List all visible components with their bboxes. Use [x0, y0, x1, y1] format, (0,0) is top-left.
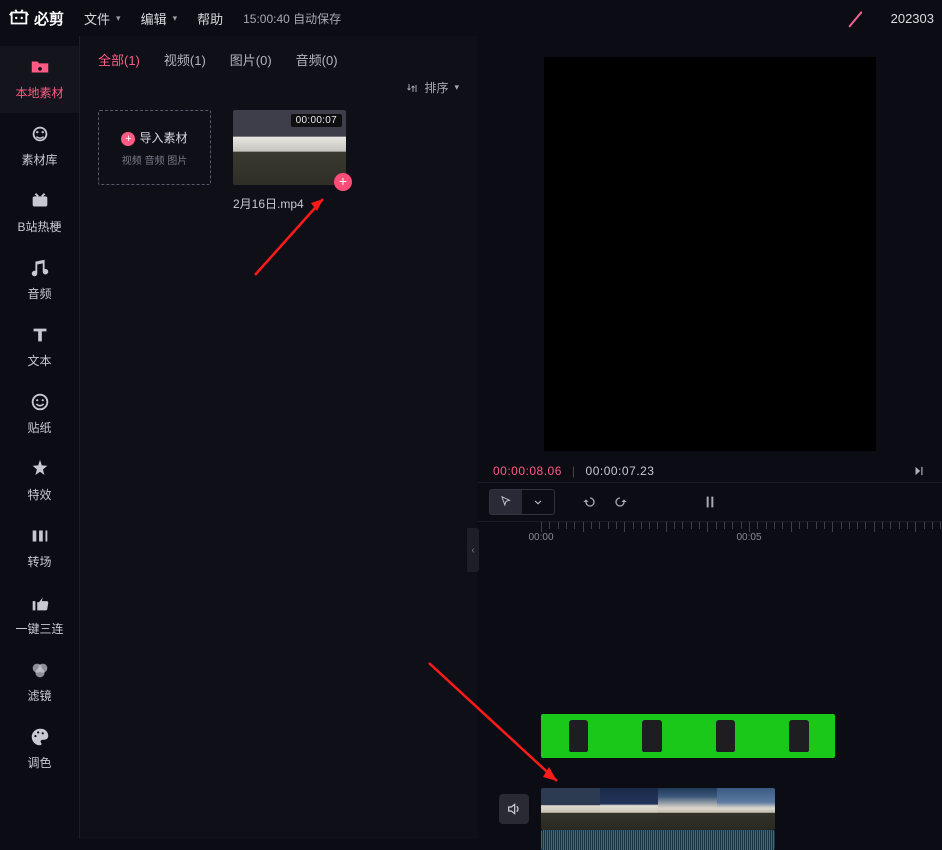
autosave-status: 15:00:40 自动保存 — [243, 10, 341, 27]
timeline[interactable]: ‹ 00:0000:05 — [477, 521, 942, 839]
plus-icon: + — [121, 132, 135, 146]
rail-transition[interactable]: 转场 — [0, 515, 79, 582]
meme-icon — [4, 190, 75, 212]
timeline-tracks — [477, 550, 942, 839]
import-media-tile[interactable]: +导入素材 视频 音频 图片 — [98, 110, 211, 185]
rail-library[interactable]: 素材库 — [0, 113, 79, 180]
clip-duration: 00:00:07 — [291, 114, 342, 127]
tool-dropdown[interactable] — [522, 490, 554, 514]
logo-icon — [8, 7, 30, 29]
sticker-icon — [4, 391, 75, 413]
preview-canvas[interactable] — [544, 57, 876, 451]
tab-audio[interactable]: 音频(0) — [296, 50, 338, 69]
media-clip[interactable]: 00:00:07 + 2月16日.mp4 — [233, 110, 346, 212]
current-time: 00:00:08.06 — [493, 464, 562, 478]
rail-meme[interactable]: B站热梗 — [0, 180, 79, 247]
split-button[interactable] — [695, 494, 725, 510]
timeline-toolbar — [477, 482, 942, 521]
mirror-button[interactable] — [755, 494, 785, 510]
total-time: 00:00:07.23 — [586, 464, 655, 478]
delete-button[interactable] — [635, 494, 665, 510]
media-tabs: 全部(1) 视频(1) 图片(0) 音频(0) — [80, 36, 477, 73]
rail-combo[interactable]: 一键三连 — [0, 582, 79, 649]
rail-audio[interactable]: 音频 — [0, 247, 79, 314]
mute-track-button[interactable] — [499, 794, 529, 824]
text-icon — [4, 324, 75, 346]
timeline-clip-greenscreen[interactable] — [541, 714, 835, 758]
chevron-down-icon: ▾ — [116, 13, 121, 24]
chevron-down-icon: ▾ — [454, 82, 459, 93]
timeline-clip-fireworks[interactable] — [541, 788, 775, 830]
filter-icon — [4, 659, 75, 681]
timeline-ruler[interactable]: 00:0000:05 — [541, 522, 942, 550]
music-icon — [4, 257, 75, 279]
timeline-clip-audio[interactable] — [541, 830, 775, 850]
folder-icon — [4, 56, 75, 78]
tab-image[interactable]: 图片(0) — [230, 50, 272, 69]
brush-icon — [847, 8, 867, 28]
top-date: 202303 — [891, 11, 934, 26]
menu-bar: 必剪 文件▾ 编辑▾ 帮助 15:00:40 自动保存 202303 — [0, 0, 942, 36]
rail-effect[interactable]: 特效 — [0, 448, 79, 515]
select-tool[interactable] — [490, 490, 522, 514]
skip-to-end-button[interactable] — [912, 464, 926, 478]
palette-icon — [4, 726, 75, 748]
tab-all[interactable]: 全部(1) — [98, 50, 140, 69]
left-rail: 本地素材 素材库 B站热梗 音频 文本 贴纸 特效 转场 — [0, 36, 80, 839]
menu-file[interactable]: 文件▾ — [84, 9, 121, 28]
crop-button[interactable] — [725, 494, 755, 510]
transition-icon — [4, 525, 75, 547]
video-track-1[interactable] — [541, 714, 942, 758]
menu-edit[interactable]: 编辑▾ — [141, 9, 178, 28]
effect-icon — [4, 458, 75, 480]
media-panel: 全部(1) 视频(1) 图片(0) 音频(0) 排序 ▾ +导入素材 视频 音频… — [80, 36, 477, 839]
app-name: 必剪 — [34, 8, 64, 29]
thumb-icon — [4, 592, 75, 614]
add-to-timeline-icon[interactable]: + — [334, 173, 352, 191]
sort-icon — [406, 82, 418, 94]
library-icon — [4, 123, 75, 145]
audio-track[interactable] — [541, 830, 942, 850]
menu-help[interactable]: 帮助 — [197, 9, 223, 28]
rail-sticker[interactable]: 贴纸 — [0, 381, 79, 448]
clip-thumbnail[interactable]: 00:00:07 + — [233, 110, 346, 185]
redo-button[interactable] — [605, 494, 635, 510]
rail-text[interactable]: 文本 — [0, 314, 79, 381]
rail-color[interactable]: 调色 — [0, 716, 79, 783]
tab-video[interactable]: 视频(1) — [164, 50, 206, 69]
rail-filter[interactable]: 滤镜 — [0, 649, 79, 716]
playback-time: 00:00:08.06 | 00:00:07.23 — [477, 458, 942, 482]
cut-button[interactable] — [665, 494, 695, 510]
app-logo: 必剪 — [8, 7, 64, 29]
video-track-2[interactable] — [541, 788, 942, 830]
preview-area — [477, 36, 942, 458]
tool-mode-group — [489, 489, 555, 515]
rail-local-media[interactable]: 本地素材 — [0, 46, 79, 113]
undo-button[interactable] — [575, 494, 605, 510]
sort-button[interactable]: 排序 ▾ — [406, 79, 459, 96]
pin-button[interactable] — [785, 494, 815, 510]
right-panel: 00:00:08.06 | 00:00:07.23 ‹ — [477, 36, 942, 839]
chevron-down-icon: ▾ — [173, 13, 178, 24]
clip-filename: 2月16日.mp4 — [233, 195, 346, 212]
